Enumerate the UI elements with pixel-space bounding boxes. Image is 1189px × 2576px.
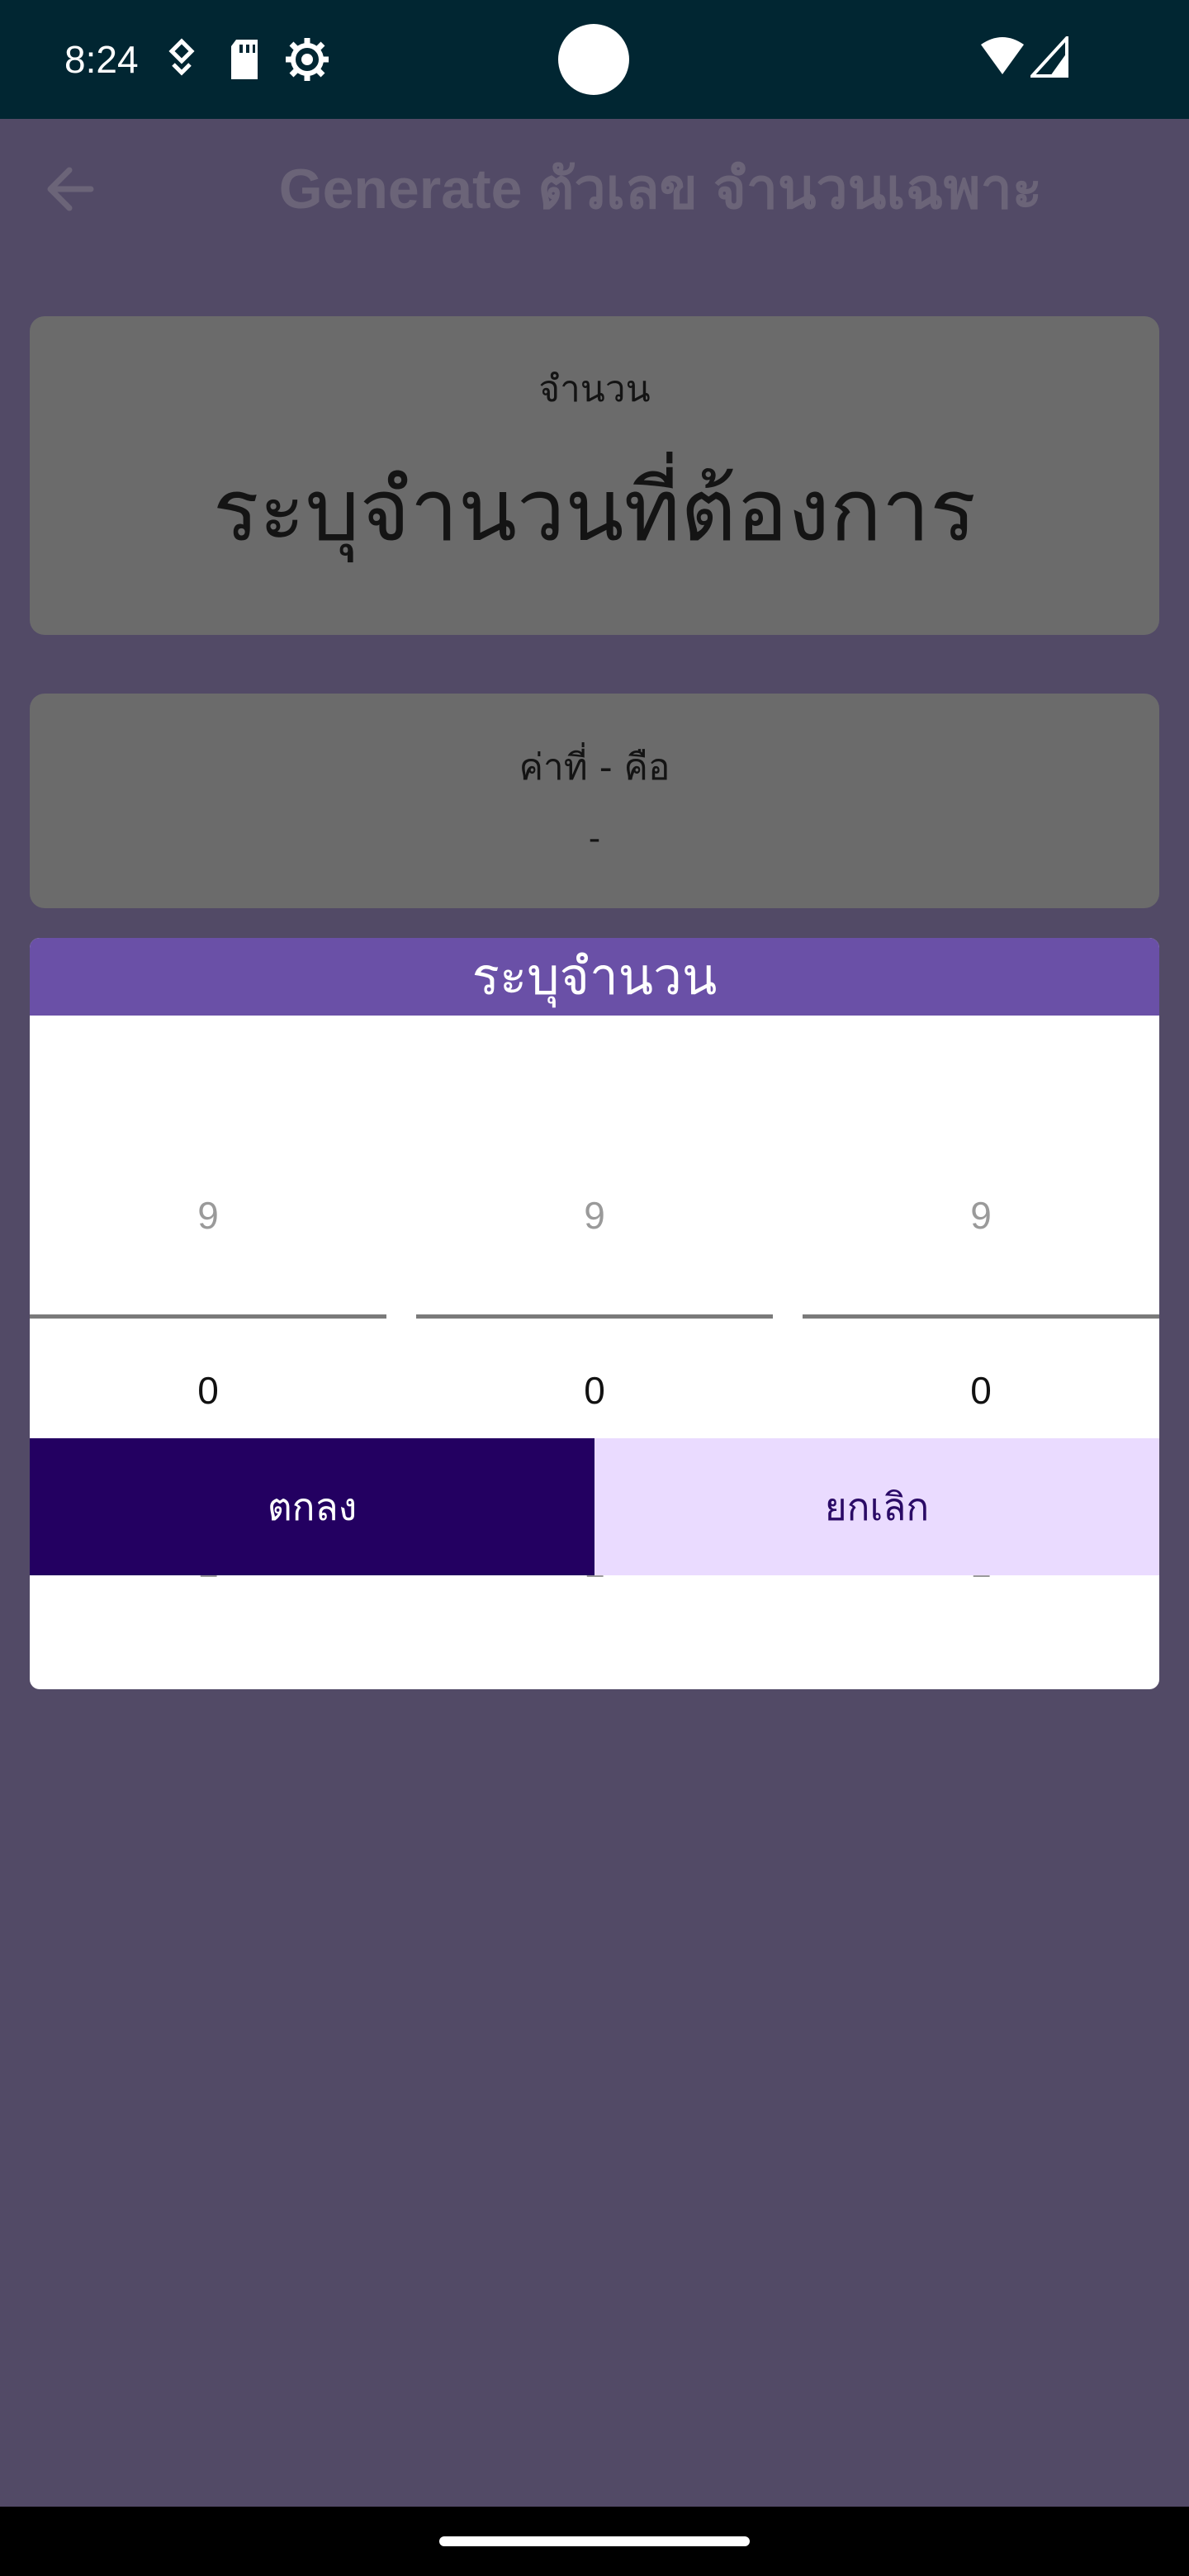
- amount-label: จำนวน: [538, 368, 651, 410]
- ok-button[interactable]: ตกลง: [30, 1438, 594, 1575]
- picker-prev-value[interactable]: 9: [803, 1191, 1159, 1240]
- amount-value: ระบุจำนวนที่ต้องการ: [212, 460, 977, 561]
- result-value: -: [588, 820, 601, 858]
- page-title: Generate ตัวเลข จำนวนเฉพาะ: [278, 158, 1043, 220]
- picker-divider: [803, 1314, 1159, 1319]
- settings-icon: [284, 36, 330, 86]
- sd-card-icon: [228, 36, 261, 86]
- picker-current-value[interactable]: 0: [416, 1366, 773, 1415]
- result-card: [30, 694, 1159, 908]
- picker-prev-value[interactable]: 9: [416, 1191, 773, 1240]
- picker-current-value[interactable]: 0: [803, 1366, 1159, 1415]
- cancel-button[interactable]: ยกเลิก: [594, 1438, 1159, 1575]
- camera-cutout: [558, 24, 629, 95]
- navigation-bar: [0, 2507, 1189, 2576]
- arrow-back-icon[interactable]: [41, 160, 99, 218]
- vpn-key-icon: [165, 36, 198, 89]
- dialog-title: ระบุจำนวน: [30, 938, 1159, 1016]
- picker-prev-value[interactable]: 9: [30, 1191, 386, 1240]
- home-gesture-handle[interactable]: [439, 2536, 750, 2546]
- app-bar: Generate ตัวเลข จำนวนเฉพาะ: [0, 119, 1189, 264]
- picker-divider: [30, 1314, 386, 1319]
- signal-icon: [1028, 33, 1068, 81]
- status-bar: 8:24: [0, 0, 1189, 119]
- number-picker-dialog: ระบุจำนวน 9 0 1 9 0 1 9 0 1: [30, 938, 1159, 1689]
- result-label: ค่าที่ - คือ: [519, 746, 670, 788]
- picker-current-value[interactable]: 0: [30, 1366, 386, 1415]
- wifi-icon: [979, 36, 1026, 81]
- picker-divider: [416, 1314, 773, 1319]
- status-time: 8:24: [64, 38, 139, 81]
